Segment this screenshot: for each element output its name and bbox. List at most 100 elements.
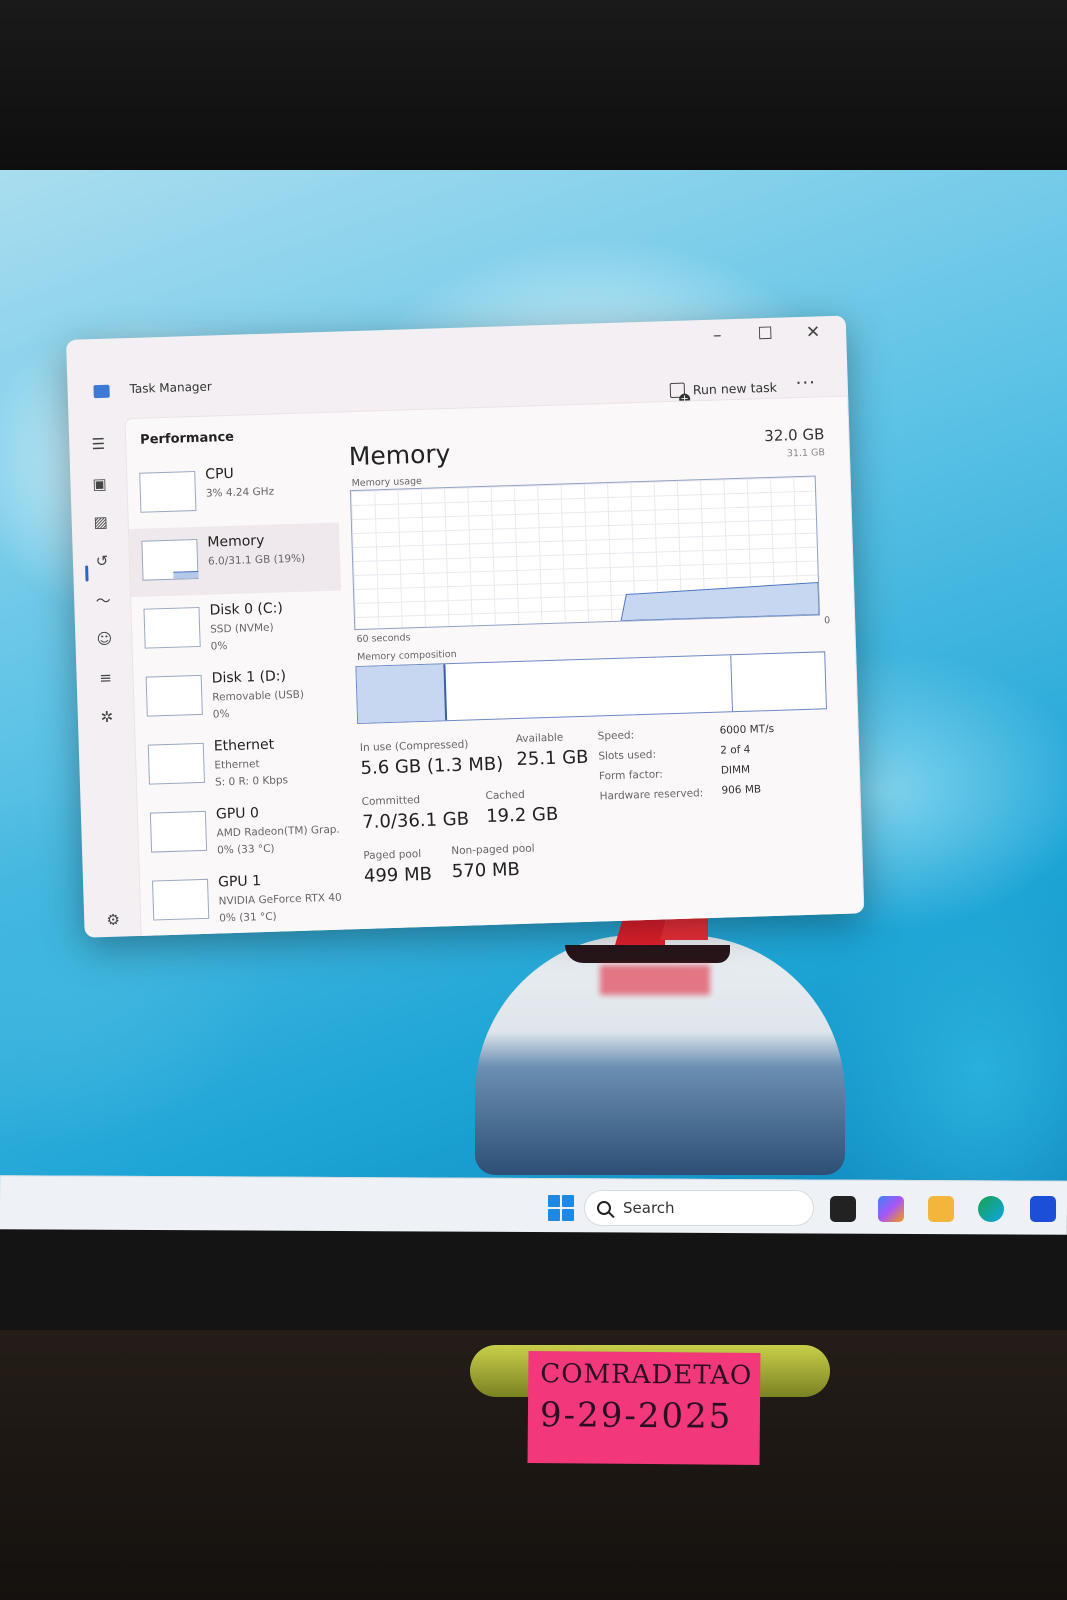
resource-item-gpu-1[interactable]: GPU 1 NVIDIA GeForce RTX 40 0% (31 °C): [140, 862, 352, 937]
form-factor-label: Form factor:: [598, 768, 664, 783]
details-icon[interactable]: ≡: [96, 669, 115, 688]
in-use-label: In use (Compressed): [359, 738, 469, 754]
search-icon: [597, 1201, 611, 1215]
committed-value: 7.0/36.1 GB: [361, 808, 470, 833]
sticky-note: COMRADETAO 9-29-2025: [527, 1350, 761, 1466]
memory-max-label: 31.1 GB: [786, 447, 826, 460]
resource-name: Disk 0 (C:): [209, 600, 284, 619]
cpu-mini-graph: [139, 471, 197, 513]
resource-detail: Ethernet: [214, 758, 260, 772]
in-use-value: 5.6 GB (1.3 MB): [360, 753, 504, 779]
resource-item-ethernet[interactable]: Ethernet Ethernet S: 0 R: 0 Kbps: [135, 726, 347, 801]
resource-detail: NVIDIA GeForce RTX 40: [218, 891, 342, 908]
taskbar-search-box[interactable]: Search: [584, 1190, 814, 1226]
run-new-task-label: Run new task: [692, 379, 778, 398]
file-explorer-icon[interactable]: [928, 1196, 954, 1222]
memory-composition-caption: Memory composition: [356, 648, 457, 664]
ethernet-mini-graph: [147, 742, 205, 785]
resource-usage: 0%: [210, 640, 228, 653]
window-title: Task Manager: [129, 379, 213, 397]
form-factor-value: DIMM: [720, 763, 751, 777]
resource-detail: 6.0/31.1 GB (19%): [207, 552, 306, 568]
memory-detail: Memory 32.0 GB Memory usage 31.1 GB 60 s…: [347, 396, 863, 931]
disk1-mini-graph: [145, 674, 203, 717]
resource-name: Memory: [207, 532, 265, 551]
resource-detail: AMD Radeon(TM) Grap.: [216, 823, 340, 840]
nav-active-indicator: [85, 565, 89, 582]
minimize-button[interactable]: –: [694, 325, 741, 346]
available-label: Available: [515, 731, 564, 746]
speed-value: 6000 MT/s: [719, 722, 775, 737]
resource-detail: Removable (USB): [212, 688, 305, 704]
performance-panel: Performance CPU 3% 4.24 GHz Memory 6.0/3…: [124, 395, 865, 938]
graph-zero-label: 0: [823, 615, 831, 627]
slots-value: 2 of 4: [720, 743, 751, 757]
cached-value: 19.2 GB: [485, 803, 559, 828]
resource-item-cpu[interactable]: CPU 3% 4.24 GHz: [127, 455, 339, 530]
more-options-button[interactable]: ···: [795, 372, 816, 394]
store-icon[interactable]: [1030, 1196, 1056, 1222]
gpu1-mini-graph: [152, 878, 210, 921]
processes-icon[interactable]: ▣: [90, 475, 109, 494]
settings-gear-icon[interactable]: ⚙: [104, 911, 123, 930]
resource-list: CPU 3% 4.24 GHz Memory 6.0/31.1 GB (19%)…: [127, 455, 352, 937]
in-use-segment: [356, 664, 448, 724]
speed-label: Speed:: [597, 729, 635, 743]
resource-usage: S: 0 R: 0 Kbps: [214, 774, 289, 789]
paged-pool-value: 499 MB: [363, 863, 433, 887]
resource-item-disk-0[interactable]: Disk 0 (C:) SSD (NVMe) 0%: [131, 590, 343, 665]
run-task-icon: [669, 382, 686, 399]
sail-reflection: [600, 965, 710, 995]
resource-detail: 3% 4.24 GHz: [205, 485, 275, 500]
composition-divider: [730, 655, 733, 712]
performance-icon[interactable]: ▨: [91, 513, 110, 532]
monitor-bezel: [0, 0, 1067, 175]
memory-usage-caption: Memory usage: [351, 475, 423, 490]
memory-mini-graph: [141, 538, 199, 581]
resource-name: Ethernet: [213, 736, 275, 755]
resource-item-disk-1[interactable]: Disk 1 (D:) Removable (USB) 0%: [133, 658, 345, 733]
edge-browser-icon[interactable]: [978, 1196, 1004, 1222]
task-view-icon[interactable]: [830, 1196, 856, 1222]
available-value: 25.1 GB: [516, 746, 589, 771]
page-title: Performance: [139, 429, 235, 448]
start-button-icon[interactable]: [548, 1195, 574, 1221]
resource-name: CPU: [205, 465, 235, 483]
close-button[interactable]: ✕: [790, 322, 837, 343]
resource-name: GPU 1: [217, 873, 262, 891]
resource-item-gpu-0[interactable]: GPU 0 AMD Radeon(TM) Grap. 0% (33 °C): [138, 794, 350, 869]
resource-name: GPU 0: [215, 805, 260, 823]
disk0-mini-graph: [143, 606, 201, 649]
maximize-button[interactable]: ☐: [742, 323, 789, 344]
slots-label: Slots used:: [598, 748, 657, 763]
committed-label: Committed: [361, 794, 421, 808]
non-paged-pool-label: Non-paged pool: [451, 842, 535, 858]
services-icon[interactable]: ✲: [98, 708, 117, 727]
graph-time-label: 60 seconds: [356, 632, 411, 646]
memory-total: 32.0 GB: [763, 425, 825, 446]
resource-usage: 0%: [212, 708, 230, 721]
taskbar: [0, 1175, 1067, 1235]
search-placeholder: Search: [623, 1199, 675, 1217]
memory-usage-graph: [349, 475, 821, 631]
non-paged-pool-value: 570 MB: [451, 859, 521, 883]
memory-composition-bar: [355, 651, 827, 725]
hardware-reserved-value: 906 MB: [721, 783, 762, 797]
sticky-note-date: 9-29-2025: [539, 1395, 733, 1437]
resource-detail: SSD (NVMe): [209, 621, 274, 636]
resource-usage: 0% (31 °C): [219, 910, 277, 925]
copilot-icon[interactable]: [878, 1196, 904, 1222]
resource-usage: 0% (33 °C): [216, 842, 275, 857]
run-new-task-button[interactable]: Run new task: [669, 379, 778, 399]
hamburger-menu-icon[interactable]: ☰: [89, 435, 108, 454]
photo-scene: Task Manager – ☐ ✕ Run new task ··· ☰ ▣ …: [0, 0, 1067, 1600]
task-manager-window: Task Manager – ☐ ✕ Run new task ··· ☰ ▣ …: [66, 315, 865, 938]
users-icon[interactable]: ☺: [95, 630, 114, 649]
startup-apps-icon[interactable]: 〜: [94, 591, 113, 609]
app-history-icon[interactable]: ↺: [93, 552, 112, 571]
resource-name: Disk 1 (D:): [211, 668, 287, 687]
sailboat-hull: [565, 945, 730, 963]
resource-item-memory[interactable]: Memory 6.0/31.1 GB (19%): [128, 522, 342, 598]
sticky-note-name: COMRADETAO: [540, 1359, 753, 1391]
memory-mini-fill: [173, 570, 199, 579]
